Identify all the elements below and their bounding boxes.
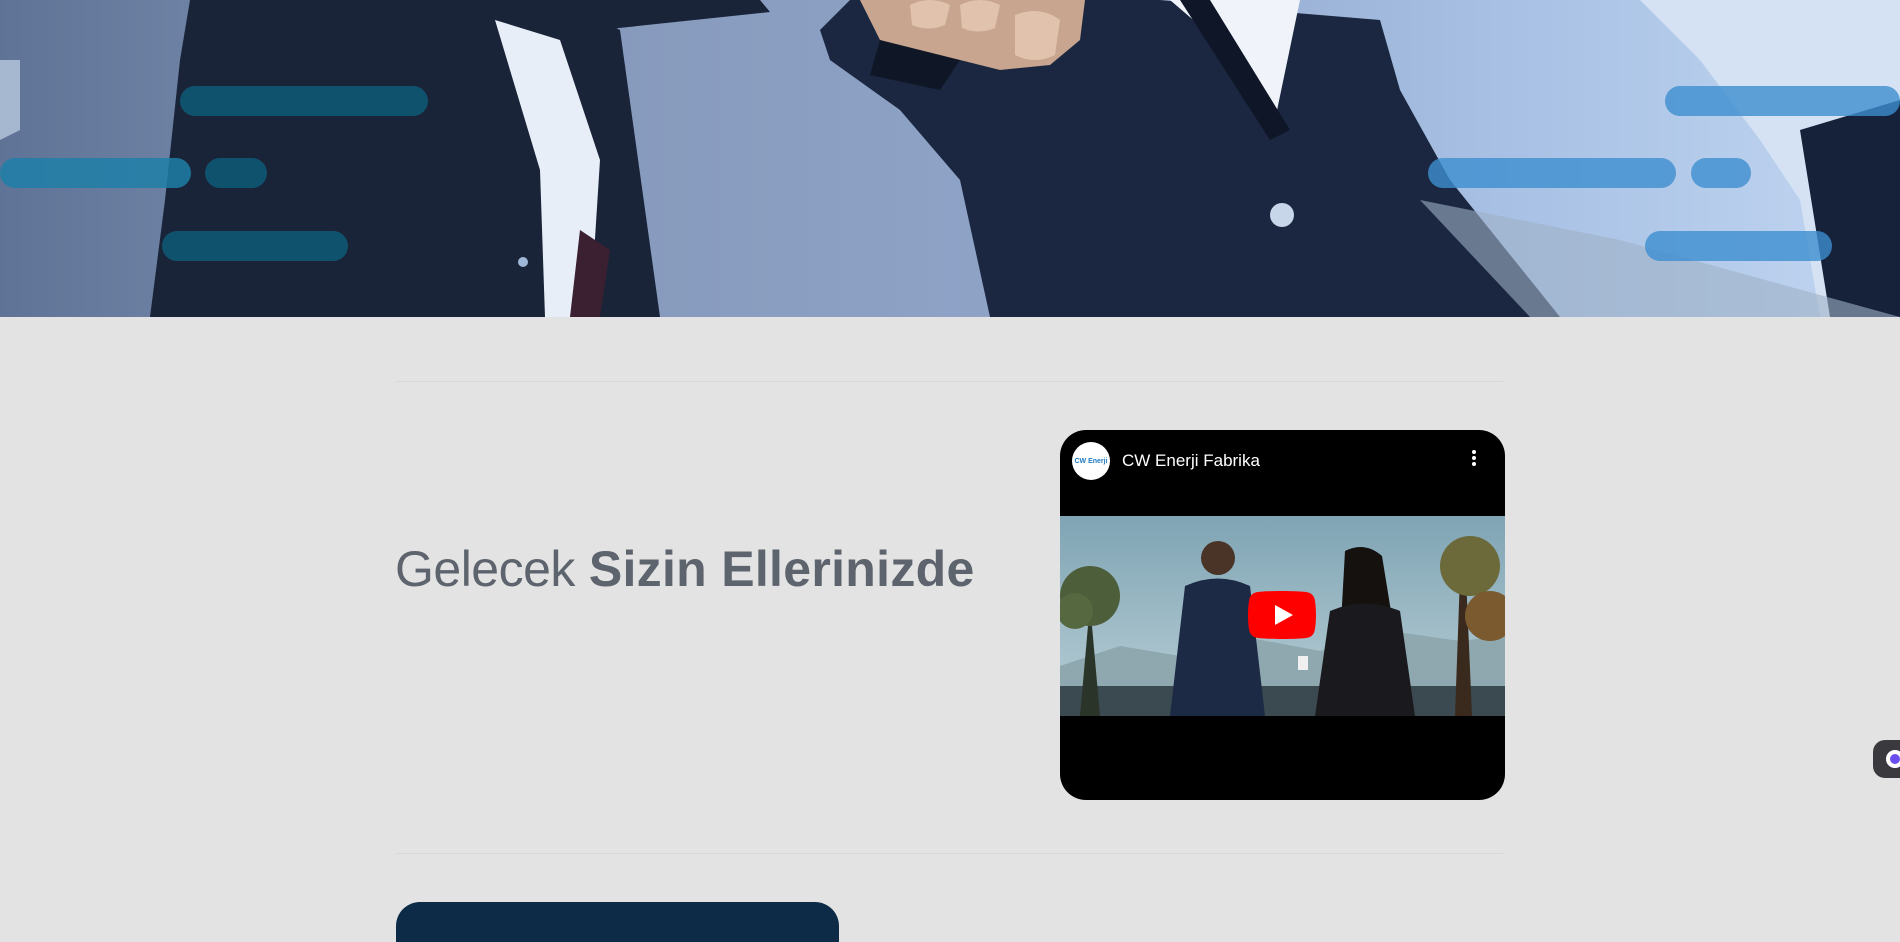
chat-widget-button[interactable] — [1873, 740, 1900, 778]
video-channel-title[interactable]: CW Enerji Fabrika — [1122, 451, 1260, 471]
section-headline: Gelecek Sizin Ellerinizde — [395, 538, 975, 600]
decor-bar — [1645, 231, 1832, 261]
section-divider-top — [396, 381, 1503, 382]
decor-bar — [162, 231, 348, 261]
decor-bar — [1691, 158, 1751, 188]
decor-bar — [180, 86, 428, 116]
headline-light-text: Gelecek — [395, 541, 575, 597]
decor-bar — [1665, 86, 1900, 116]
headline-bold-text: Sizin Ellerinizde — [588, 541, 975, 597]
chat-assistant-icon — [1886, 750, 1900, 768]
youtube-video-embed[interactable]: CW Enerji CW Enerji Fabrika — [1060, 430, 1505, 800]
decor-bar — [205, 158, 267, 188]
hero-banner — [0, 0, 1900, 317]
section-divider-bottom — [396, 853, 1503, 854]
decor-bar — [1428, 158, 1676, 188]
channel-avatar[interactable]: CW Enerji — [1072, 442, 1110, 480]
more-vert-icon[interactable] — [1471, 450, 1477, 470]
youtube-play-icon[interactable] — [1248, 591, 1316, 639]
channel-avatar-text: CW Enerji — [1074, 457, 1108, 465]
next-section-card — [396, 902, 839, 942]
decor-bar — [0, 158, 191, 188]
